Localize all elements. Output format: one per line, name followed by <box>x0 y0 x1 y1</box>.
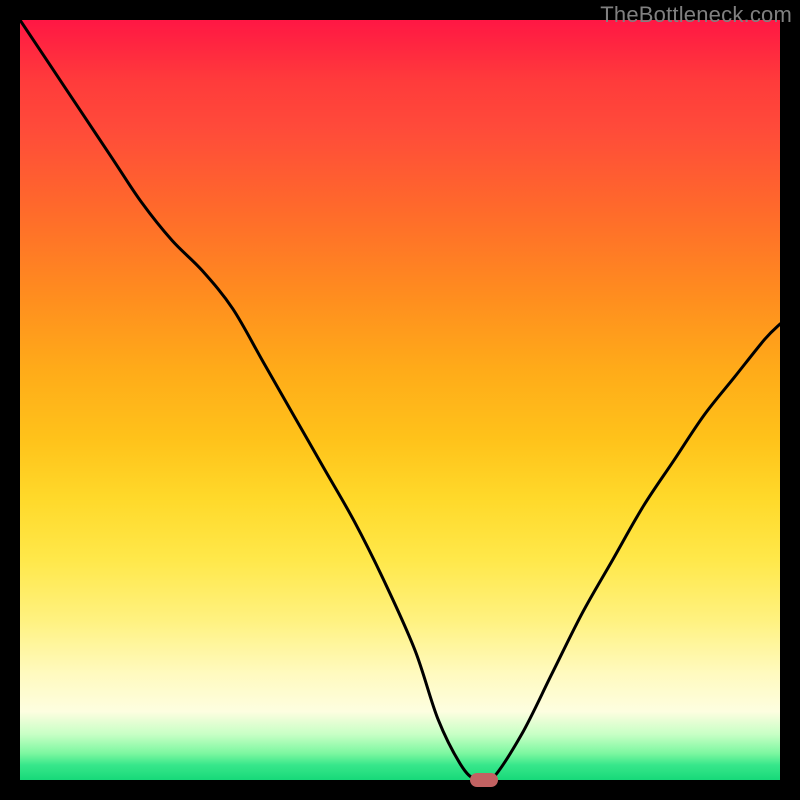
chart-frame: TheBottleneck.com <box>0 0 800 800</box>
watermark-text: TheBottleneck.com <box>600 2 792 28</box>
minimum-marker <box>470 773 498 787</box>
bottleneck-curve <box>20 20 780 780</box>
plot-area <box>20 20 780 780</box>
